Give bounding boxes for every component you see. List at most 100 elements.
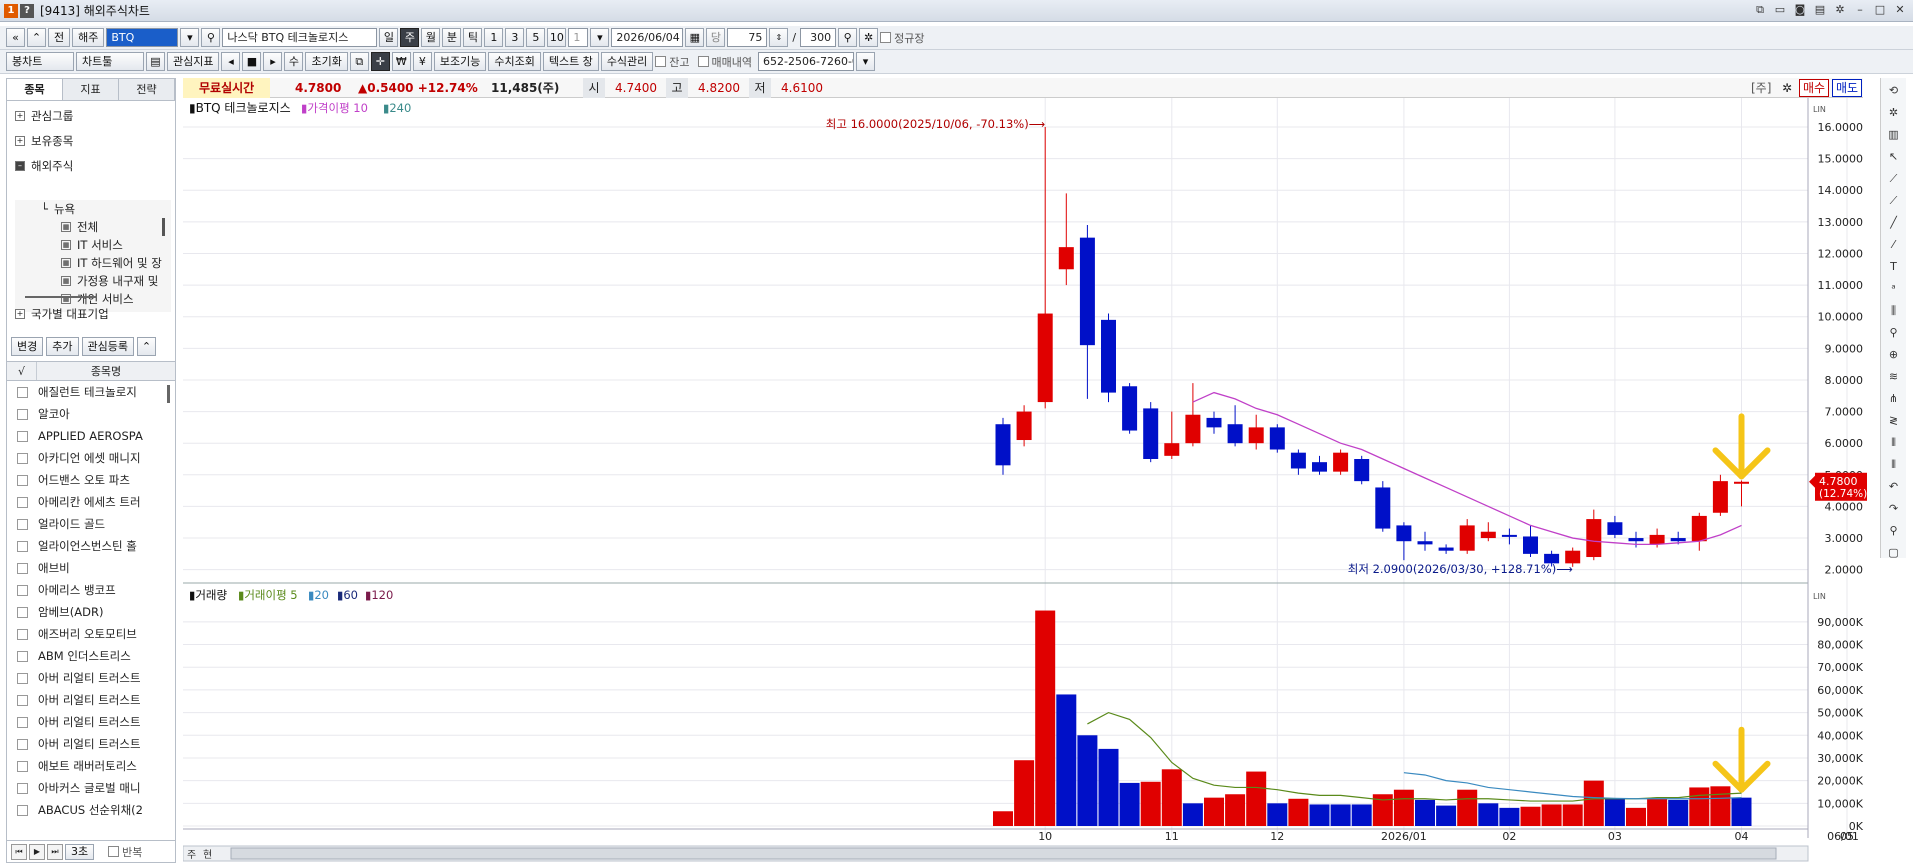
checkbox-icon[interactable] xyxy=(17,672,28,684)
calendar-icon[interactable]: ▦ xyxy=(685,28,705,47)
tree-item-watch-group[interactable]: + 관심그룹 xyxy=(7,107,175,125)
checkbox-icon[interactable] xyxy=(17,562,28,574)
won-icon[interactable]: ₩ xyxy=(391,52,411,71)
checkbox-icon[interactable] xyxy=(17,628,28,640)
checkbox-icon[interactable] xyxy=(17,650,28,662)
period-week-button[interactable]: 주 xyxy=(400,28,420,47)
expand-icon[interactable]: + xyxy=(15,309,25,319)
change-button[interactable]: 변경 xyxy=(11,337,44,356)
checkbox-icon[interactable] xyxy=(17,408,28,420)
minimize-icon[interactable]: – xyxy=(1853,3,1867,17)
tree-item-household[interactable]: ▦ 가정용 내구재 및 xyxy=(15,272,171,290)
checkbox-icon[interactable] xyxy=(17,584,28,596)
checkbox-icon[interactable] xyxy=(17,738,28,750)
stock-list-item[interactable]: APPLIED AEROSPA xyxy=(7,425,175,447)
candle-chart-button[interactable]: 봉차트 xyxy=(6,52,74,71)
tree-item-country-leaders[interactable]: + 국가별 대표기업 xyxy=(7,305,175,323)
collapse-icon[interactable]: – xyxy=(15,161,25,171)
stock-list-item[interactable]: 얼라이언스번스틴 홀 xyxy=(7,535,175,557)
refresh-icon[interactable]: ⟲ xyxy=(1886,82,1902,100)
grid-icon[interactable]: ⫴ xyxy=(1886,456,1902,474)
stock-list-item[interactable]: 알코아 xyxy=(7,403,175,425)
scroll-left-icon[interactable]: ◂ xyxy=(221,52,241,71)
chart-layout-icon[interactable]: ▤ xyxy=(146,52,165,71)
pointer-icon[interactable]: ↖ xyxy=(1886,148,1902,166)
checkbox-icon[interactable] xyxy=(17,804,28,816)
checkbox-icon[interactable] xyxy=(17,716,28,728)
gear-icon[interactable]: ✲ xyxy=(1779,78,1795,98)
aux-function-button[interactable]: 보조기능 xyxy=(433,52,487,71)
expand-icon[interactable]: + xyxy=(15,111,25,121)
checkbox-icon[interactable] xyxy=(17,694,28,706)
bars-icon[interactable]: ⫴ xyxy=(1886,434,1902,452)
stock-list-item[interactable]: ABACUS 선순위채(2 xyxy=(7,799,175,821)
formula-manage-button[interactable]: 수식관리 xyxy=(600,52,654,71)
panel-splitter[interactable] xyxy=(25,296,97,298)
stock-list-item[interactable]: 애즈버리 오토모티브 xyxy=(7,623,175,645)
chart-settings-icon[interactable]: ✲ xyxy=(859,28,879,47)
multiplier-1-button[interactable]: 1 xyxy=(484,28,504,47)
chart-area[interactable]: 16.0000 15.0000 14.0000 13.0000 12.0000 11.00… xyxy=(182,98,1878,863)
collapse-list-icon[interactable]: ⌃ xyxy=(136,337,156,356)
text-window-button[interactable]: 텍스트 창 xyxy=(542,52,599,71)
chart-tools-button[interactable]: 차트툴 xyxy=(76,52,144,71)
auto-line-icon[interactable]: ⁄ xyxy=(1886,236,1902,254)
account-select[interactable]: 652-2506-7260-0 xyxy=(758,52,855,71)
regular-session-checkbox[interactable]: 정규장 xyxy=(880,30,924,46)
stock-list-item[interactable]: 애브비 xyxy=(7,557,175,579)
stock-list-item[interactable]: 아버 리얼티 트러스트 xyxy=(7,667,175,689)
buy-button[interactable]: 매수 xyxy=(1799,79,1830,97)
exchange-icon[interactable]: ¥ xyxy=(412,52,432,71)
zigzag-icon[interactable]: ≷ xyxy=(1886,412,1902,430)
period-day-button[interactable]: 일 xyxy=(379,28,399,47)
tab-stocks[interactable]: 종목 xyxy=(7,79,63,100)
stock-list-item[interactable]: 아버 리얼티 트러스트 xyxy=(7,711,175,733)
pitchfork-icon[interactable]: ⋔ xyxy=(1886,390,1902,408)
print-icon[interactable]: ▤ xyxy=(1813,3,1827,17)
count-stepper-icon[interactable]: ⇕ xyxy=(769,28,789,47)
trade-history-checkbox[interactable]: 매매내역 xyxy=(697,54,752,70)
checkbox-icon[interactable] xyxy=(17,782,28,794)
play-icon[interactable]: ▶ xyxy=(29,843,45,860)
maximize-icon[interactable]: □ xyxy=(1873,3,1887,17)
window-icon[interactable]: ⧉ xyxy=(349,52,369,71)
stock-list-item[interactable]: 암베브(ADR) xyxy=(7,601,175,623)
multiplier-10-button[interactable]: 10 xyxy=(547,28,567,47)
zoom-icon[interactable]: ⚲ xyxy=(838,28,858,47)
stock-list-scrollbar[interactable] xyxy=(167,385,170,403)
copy-icon[interactable]: ▭ xyxy=(1773,3,1787,17)
ticker-dropdown-icon[interactable]: ▾ xyxy=(180,28,200,47)
previous-stock-button[interactable]: 전 xyxy=(48,28,71,47)
zoom-in-icon[interactable]: ⊕ xyxy=(1886,346,1902,364)
value-query-button[interactable]: 수치조회 xyxy=(488,52,541,71)
header-check[interactable]: √ xyxy=(7,362,37,380)
stock-list-item[interactable]: 어드밴스 오토 파츠 xyxy=(7,469,175,491)
prev-button[interactable]: « xyxy=(6,28,25,47)
stock-list-item[interactable]: 애보트 래버러토리스 xyxy=(7,755,175,777)
checkbox-icon[interactable] xyxy=(17,540,28,552)
multiplier-5-button[interactable]: 5 xyxy=(526,28,546,47)
checkbox-icon[interactable] xyxy=(17,474,28,486)
search-icon[interactable]: ⚲ xyxy=(1886,522,1902,540)
stock-list-item[interactable]: 아메리스 뱅코프 xyxy=(7,579,175,601)
reset-button[interactable]: 초기화 xyxy=(305,52,348,71)
undo-icon[interactable]: ↶ xyxy=(1886,478,1902,496)
interval-select[interactable]: 3초 xyxy=(65,843,95,860)
period-month-button[interactable]: 월 xyxy=(421,28,441,47)
tree-item-it-services[interactable]: ▦ IT 서비스 xyxy=(15,236,171,254)
repeat-checkbox[interactable]: 반복 xyxy=(108,844,142,860)
watch-indicator-button[interactable]: 관심지표 xyxy=(167,52,220,71)
search-icon[interactable]: ⚲ xyxy=(201,28,221,47)
tab-indicators[interactable]: 지표 xyxy=(63,79,119,100)
stock-list-item[interactable]: 아메리칸 에세츠 트러 xyxy=(7,491,175,513)
checkbox-icon[interactable] xyxy=(17,452,28,464)
first-icon[interactable]: ⏮ xyxy=(11,843,27,860)
ticker-input[interactable]: BTQ xyxy=(106,28,179,47)
account-dropdown-icon[interactable]: ▾ xyxy=(856,52,876,71)
interval-input[interactable]: 1 xyxy=(568,28,589,47)
su-button[interactable]: 수 xyxy=(284,52,304,71)
tree-item-overseas[interactable]: – 해외주식 xyxy=(7,157,175,175)
stock-list-item[interactable]: 아바커스 글로벌 매니 xyxy=(7,777,175,799)
period-minute-button[interactable]: 분 xyxy=(442,28,462,47)
price-volume-chart[interactable]: 16.0000 15.0000 14.0000 13.0000 12.0000 11.00… xyxy=(182,98,1878,863)
